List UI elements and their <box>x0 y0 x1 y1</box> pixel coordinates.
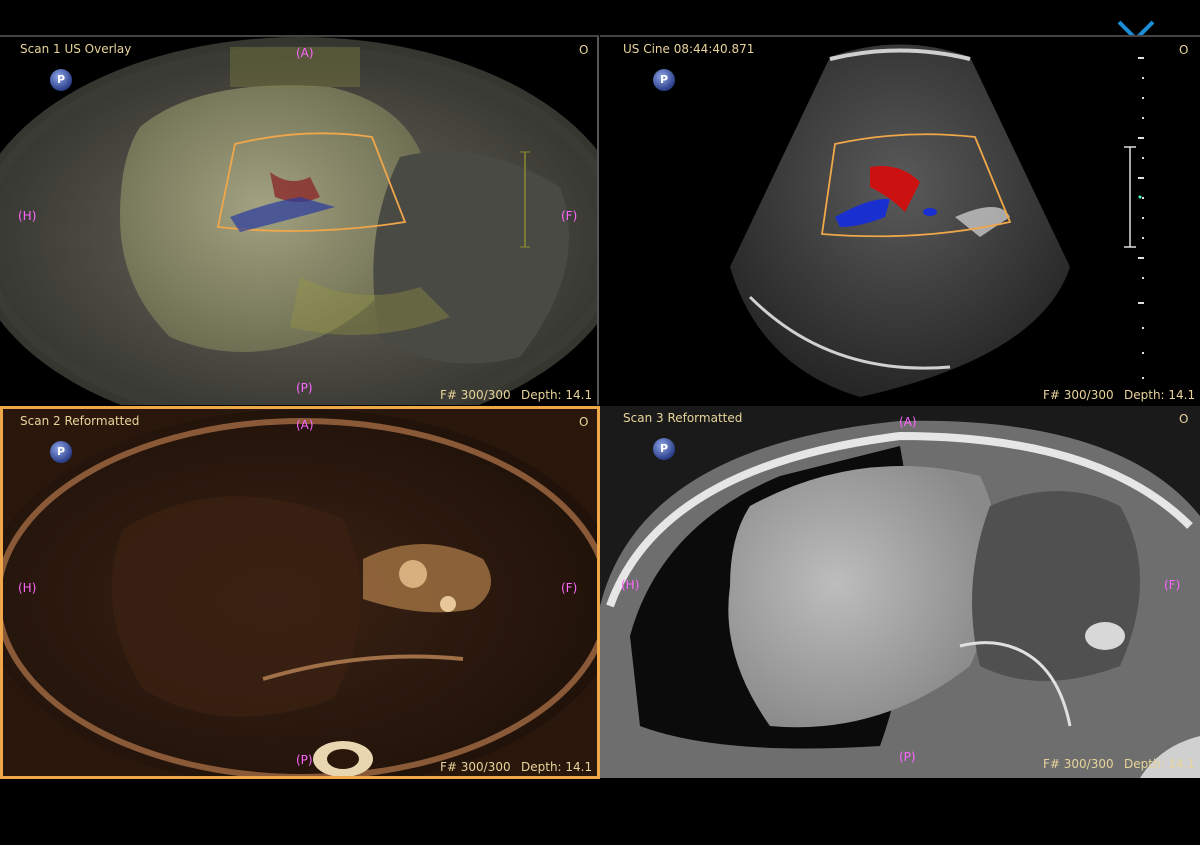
frame-counter: F# 300/300 <box>1043 388 1114 402</box>
frame-counter: F# 300/300 <box>440 388 511 402</box>
p-badge-icon[interactable]: P <box>50 441 72 463</box>
viewport-scan3-reformatted[interactable]: Scan 3 Reformatted O P (A) (H) (F) (P) F… <box>600 406 1200 778</box>
orient-top: (A) <box>899 415 917 429</box>
corner-marker: O <box>1179 412 1189 426</box>
orient-bottom: (P) <box>296 381 313 395</box>
orient-right: (F) <box>561 581 578 595</box>
viewport-scan2-reformatted[interactable]: Scan 2 Reformatted O P (A) (H) (F) (P) F… <box>0 406 600 779</box>
orient-left: (H) <box>18 581 37 595</box>
frame-counter: F# 300/300 <box>1043 757 1114 771</box>
depth-readout: Depth: 14.1 <box>1124 388 1196 402</box>
corner-marker: O <box>579 415 589 429</box>
frame-counter: F# 300/300 <box>440 760 511 774</box>
ultrasound-image <box>730 44 1144 397</box>
orient-top: (A) <box>296 46 314 60</box>
mri-sepia-image <box>3 409 597 776</box>
viewport-us-cine[interactable]: US Cine 08:44:40.871 O P F# 300/300 Dept… <box>600 35 1200 405</box>
viewport-title: US Cine 08:44:40.871 <box>623 42 755 56</box>
depth-readout: Depth: 14.1 <box>521 388 593 402</box>
p-badge-icon[interactable]: P <box>653 438 675 460</box>
p-badge-icon[interactable]: P <box>653 69 675 91</box>
mri-overlay-image <box>0 37 597 405</box>
orient-bottom: (P) <box>296 753 313 767</box>
mri-grayscale-image <box>600 406 1200 778</box>
orient-top: (A) <box>296 418 314 432</box>
orient-right: (F) <box>1164 578 1181 592</box>
orient-right: (F) <box>561 209 578 223</box>
viewport-title: Scan 3 Reformatted <box>623 411 743 425</box>
orient-bottom: (P) <box>899 750 916 764</box>
orient-left: (H) <box>621 578 640 592</box>
orient-left: (H) <box>18 209 37 223</box>
viewport-scan1-us-overlay[interactable]: Scan 1 US Overlay O P (A) (H) (F) (P) F#… <box>0 35 599 405</box>
corner-marker: O <box>579 43 589 57</box>
viewport-title: Scan 2 Reformatted <box>20 414 140 428</box>
corner-marker: O <box>1179 43 1189 57</box>
depth-readout: Depth: 14.1 <box>1124 757 1196 771</box>
depth-readout: Depth: 14.1 <box>521 760 593 774</box>
viewport-title: Scan 1 US Overlay <box>20 42 132 56</box>
p-badge-icon[interactable]: P <box>50 69 72 91</box>
